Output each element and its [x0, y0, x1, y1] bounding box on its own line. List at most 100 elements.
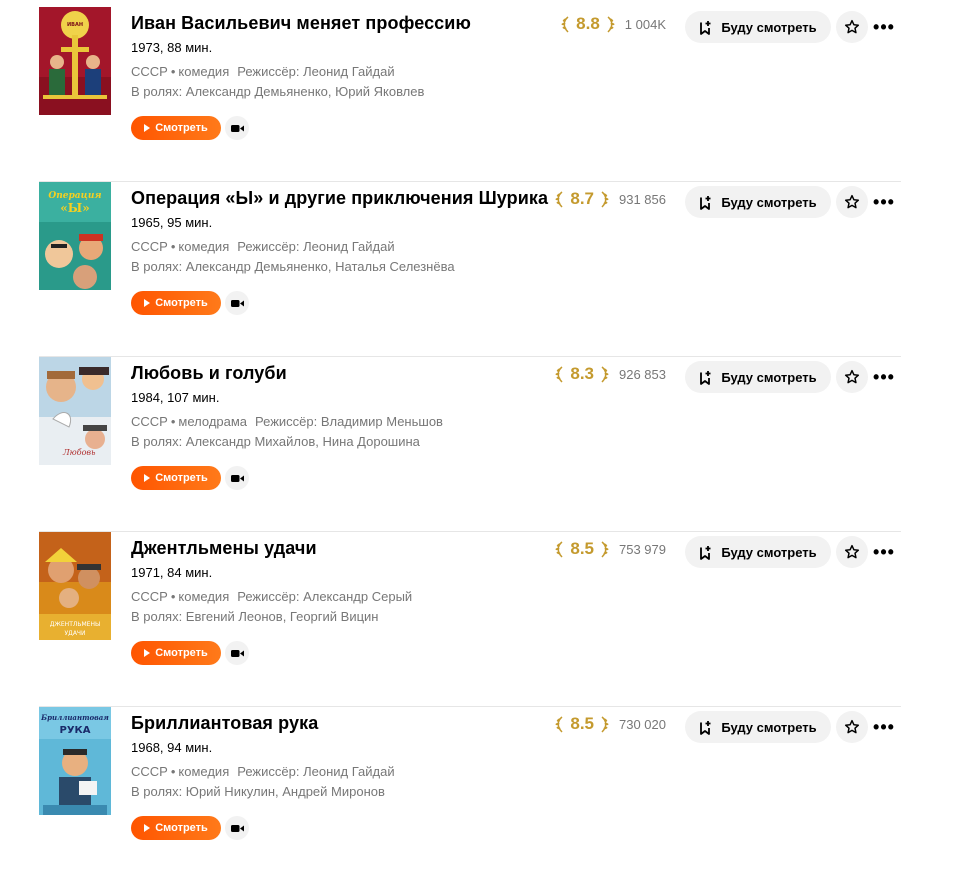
movie-country: СССР — [131, 414, 168, 429]
favorite-button[interactable] — [836, 11, 868, 43]
movie-meta: СССР • комедия Режиссёр: Леонид Гайдай — [131, 64, 395, 79]
watch-button-label: Смотреть — [155, 647, 208, 659]
camera-icon — [230, 649, 244, 657]
movie-country: СССР — [131, 764, 168, 779]
laurel-left-icon — [555, 366, 563, 383]
rating-block: 8.5 753 979 — [555, 539, 666, 559]
play-icon — [144, 824, 151, 832]
laurel-right-icon — [601, 716, 609, 733]
laurel-left-icon — [555, 191, 563, 208]
watch-later-label: Буду смотреть — [721, 369, 817, 385]
bookmark-plus-icon — [700, 195, 711, 210]
rating-block: 8.7 931 856 — [555, 189, 666, 209]
ellipsis-icon: ••• — [873, 366, 895, 387]
watch-button[interactable]: Смотреть — [131, 116, 221, 140]
rating-score: 8.5 — [570, 714, 594, 733]
movie-director: Режиссёр: Леонид Гайдай — [237, 239, 395, 254]
bookmark-plus-icon — [700, 20, 711, 35]
watch-button[interactable]: Смотреть — [131, 816, 221, 840]
movie-meta: СССР • комедия Режиссёр: Леонид Гайдай — [131, 764, 395, 779]
star-icon — [844, 719, 860, 734]
more-button[interactable]: ••• — [872, 536, 896, 568]
movie-title[interactable]: Иван Васильевич меняет профессию — [131, 13, 471, 34]
movie-year-length: 1968, 94 мин. — [131, 740, 213, 755]
movie-poster[interactable]: Бриллиантовая РУКА — [39, 707, 111, 815]
movie-director: Режиссёр: Леонид Гайдай — [237, 764, 395, 779]
camera-icon — [230, 824, 244, 832]
movie-country: СССР — [131, 239, 168, 254]
movie-country: СССР — [131, 589, 168, 604]
movie-genre: комедия — [178, 589, 230, 604]
movie-item: ДЖЕНТЛЬМЕНЫ УДАЧИ Джентльмены удачи 1971… — [39, 532, 901, 707]
trailer-button[interactable] — [225, 291, 249, 315]
camera-icon — [230, 474, 244, 482]
movie-poster[interactable]: Любовь — [39, 357, 111, 465]
favorite-button[interactable] — [836, 711, 868, 743]
laurel-right-icon — [607, 16, 615, 33]
rating-score: 8.7 — [570, 189, 594, 208]
watch-later-button[interactable]: Буду смотреть — [685, 711, 831, 743]
movie-poster[interactable]: ДЖЕНТЛЬМЕНЫ УДАЧИ — [39, 532, 111, 640]
movie-year-length: 1984, 107 мин. — [131, 390, 220, 405]
movie-poster[interactable]: Операция «Ы» — [39, 182, 111, 290]
watch-button-label: Смотреть — [155, 472, 208, 484]
watch-button[interactable]: Смотреть — [131, 641, 221, 665]
watch-later-label: Буду смотреть — [721, 194, 817, 210]
laurel-right-icon — [601, 366, 609, 383]
svg-text:ИВАН: ИВАН — [67, 22, 83, 28]
rating-votes: 753 979 — [619, 541, 666, 557]
favorite-button[interactable] — [836, 361, 868, 393]
movie-title[interactable]: Любовь и голуби — [131, 363, 287, 384]
watch-later-button[interactable]: Буду смотреть — [685, 186, 831, 218]
favorite-button[interactable] — [836, 186, 868, 218]
more-button[interactable]: ••• — [872, 186, 896, 218]
watch-later-button[interactable]: Буду смотреть — [685, 11, 831, 43]
ellipsis-icon: ••• — [873, 541, 895, 562]
more-button[interactable]: ••• — [872, 711, 896, 743]
rating-score: 8.5 — [570, 539, 594, 558]
watch-button[interactable]: Смотреть — [131, 466, 221, 490]
svg-text:ДЖЕНТЛЬМЕНЫ: ДЖЕНТЛЬМЕНЫ — [50, 621, 101, 628]
movie-country: СССР — [131, 64, 168, 79]
watch-button-label: Смотреть — [155, 122, 208, 134]
movie-poster[interactable]: ИВАН — [39, 7, 111, 115]
svg-text:УДАЧИ: УДАЧИ — [64, 630, 85, 637]
trailer-button[interactable] — [225, 641, 249, 665]
bookmark-plus-icon — [700, 370, 711, 385]
watch-later-button[interactable]: Буду смотреть — [685, 536, 831, 568]
trailer-button[interactable] — [225, 116, 249, 140]
rating-votes: 931 856 — [619, 191, 666, 207]
movie-title[interactable]: Джентльмены удачи — [131, 538, 317, 559]
movie-title[interactable]: Бриллиантовая рука — [131, 713, 318, 734]
more-button[interactable]: ••• — [872, 361, 896, 393]
separator-dot: • — [170, 414, 176, 429]
ellipsis-icon: ••• — [873, 191, 895, 212]
movie-title[interactable]: Операция «Ы» и другие приключения Шурика — [131, 188, 548, 209]
movie-meta: СССР • мелодрама Режиссёр: Владимир Меньшов — [131, 414, 443, 429]
trailer-button[interactable] — [225, 466, 249, 490]
watch-button[interactable]: Смотреть — [131, 291, 221, 315]
trailer-button[interactable] — [225, 816, 249, 840]
movie-cast: В ролях: Александр Демьяненко, Юрий Яков… — [131, 84, 425, 99]
movie-cast: В ролях: Юрий Никулин, Андрей Миронов — [131, 784, 385, 799]
watch-later-button[interactable]: Буду смотреть — [685, 361, 831, 393]
camera-icon — [230, 124, 244, 132]
laurel-left-icon — [555, 716, 563, 733]
watch-later-label: Буду смотреть — [721, 544, 817, 560]
separator-dot: • — [170, 64, 176, 79]
movie-meta: СССР • комедия Режиссёр: Александр Серый — [131, 589, 412, 604]
play-icon — [144, 299, 151, 307]
movie-director: Режиссёр: Александр Серый — [237, 589, 413, 604]
rating-block: 8.5 730 020 — [555, 714, 666, 734]
favorite-button[interactable] — [836, 536, 868, 568]
rating-block: 8.8 1 004K — [561, 14, 666, 34]
more-button[interactable]: ••• — [872, 11, 896, 43]
movie-genre: мелодрама — [178, 414, 248, 429]
star-icon — [844, 544, 860, 559]
svg-text:Бриллиантовая: Бриллиантовая — [40, 713, 109, 722]
laurel-right-icon — [601, 191, 609, 208]
movie-director: Режиссёр: Леонид Гайдай — [237, 64, 395, 79]
movie-year-length: 1973, 88 мин. — [131, 40, 213, 55]
svg-text:Любовь: Любовь — [62, 448, 95, 457]
movie-genre: комедия — [178, 64, 230, 79]
